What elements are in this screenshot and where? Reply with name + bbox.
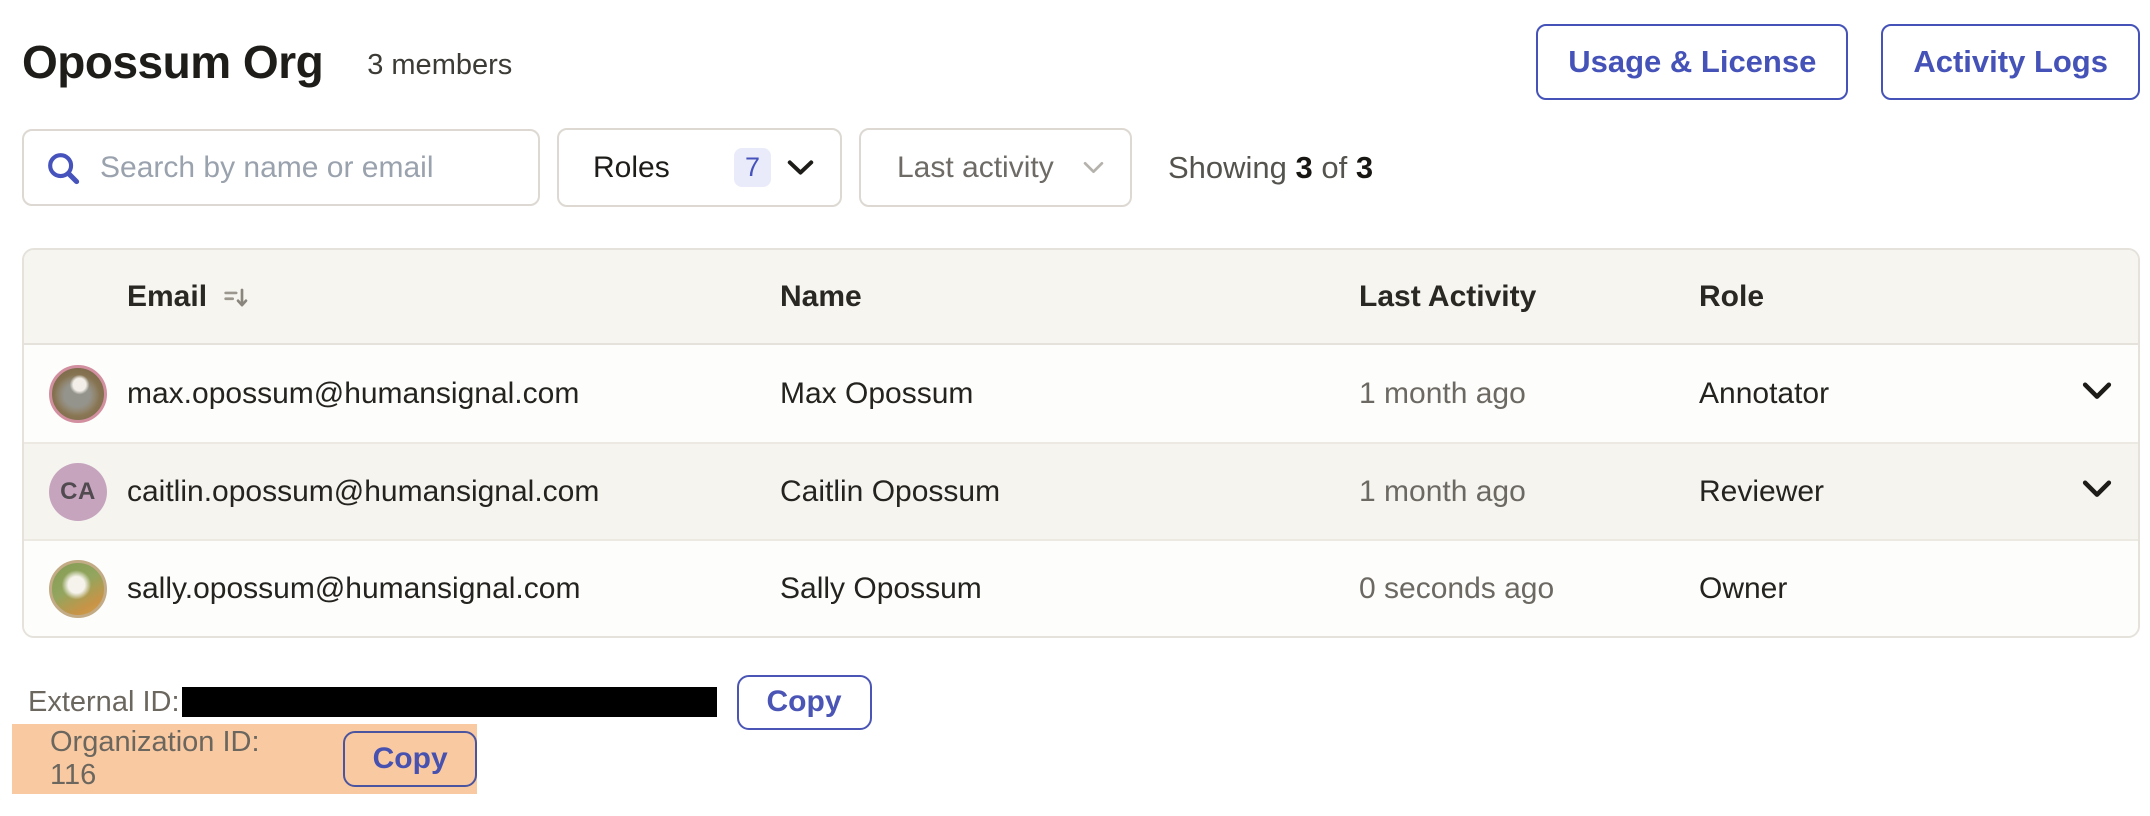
external-id-label: External ID: — [28, 686, 180, 719]
member-email: sally.opossum@humansignal.com — [127, 572, 580, 606]
roles-count-badge: 7 — [734, 148, 771, 187]
table-row-sally[interactable]: sally.opossum@humansignal.com Sally Opos… — [24, 539, 2138, 636]
members-table: Email Name Last Activity Role max.op — [22, 248, 2140, 638]
avatar — [49, 560, 107, 618]
role-menu-toggle[interactable] — [2048, 382, 2138, 405]
member-email: max.opossum@humansignal.com — [127, 377, 579, 411]
table-header-row: Email Name Last Activity Role — [24, 250, 2138, 345]
copy-external-id-button[interactable]: Copy — [737, 675, 872, 730]
organization-page: Opossum Org 3 members Usage & License Ac… — [0, 0, 2150, 816]
column-header-email: Email — [24, 280, 780, 314]
activity-logs-button[interactable]: Activity Logs — [1881, 24, 2140, 100]
member-email: caitlin.opossum@humansignal.com — [127, 475, 599, 509]
role-menu-toggle[interactable] — [2048, 480, 2138, 503]
table-row-caitlin[interactable]: CA caitlin.opossum@humansignal.com Caitl… — [24, 442, 2138, 539]
last-activity-filter-dropdown[interactable]: Last activity — [859, 128, 1132, 207]
table-row-max[interactable]: max.opossum@humansignal.com Max Opossum … — [24, 345, 2138, 442]
member-last-activity: 1 month ago — [1359, 475, 1699, 509]
search-box[interactable] — [22, 129, 540, 206]
member-name: Max Opossum — [780, 377, 1359, 411]
search-input[interactable] — [100, 151, 520, 185]
column-header-last-activity: Last Activity — [1359, 280, 1699, 314]
member-name: Sally Opossum — [780, 572, 1359, 606]
avatar: CA — [49, 463, 107, 521]
chevron-down-icon — [2082, 382, 2112, 405]
page-title: Opossum Org — [22, 35, 323, 89]
search-icon — [44, 149, 82, 187]
chevron-down-icon — [1083, 161, 1104, 174]
chevron-down-icon — [787, 159, 814, 176]
page-header: Opossum Org 3 members Usage & License Ac… — [22, 0, 2140, 100]
chevron-down-icon — [2082, 480, 2112, 503]
avatar — [49, 365, 107, 423]
member-role: Reviewer — [1699, 475, 2048, 509]
members-count: 3 members — [367, 49, 512, 82]
external-id-row: External ID: Copy — [28, 674, 872, 730]
member-last-activity: 1 month ago — [1359, 377, 1699, 411]
showing-prefix: Showing — [1168, 150, 1287, 185]
member-role: Annotator — [1699, 377, 2048, 411]
email-cell: max.opossum@humansignal.com — [24, 365, 780, 423]
member-role: Owner — [1699, 572, 2048, 606]
column-header-role: Role — [1699, 280, 2048, 314]
member-name: Caitlin Opossum — [780, 475, 1359, 509]
organization-id-highlight: Organization ID: 116 Copy — [12, 724, 477, 794]
usage-license-button[interactable]: Usage & License — [1536, 24, 1848, 100]
last-activity-filter-label: Last activity — [897, 151, 1054, 185]
external-id-redacted-value — [182, 687, 717, 717]
email-column-label: Email — [127, 280, 207, 314]
showing-summary: Showing 3 of 3 — [1168, 150, 1373, 186]
copy-organization-id-button[interactable]: Copy — [343, 731, 477, 787]
org-info-footer: External ID: Copy Organization ID: 116 C… — [22, 638, 2140, 813]
member-last-activity: 0 seconds ago — [1359, 572, 1699, 606]
showing-total: 3 — [1356, 150, 1373, 185]
email-cell: sally.opossum@humansignal.com — [24, 560, 780, 618]
column-header-name: Name — [780, 280, 1359, 314]
showing-of: of — [1321, 150, 1347, 185]
sort-descending-icon[interactable] — [221, 283, 249, 311]
showing-count: 3 — [1296, 150, 1313, 185]
roles-filter-label: Roles — [593, 151, 670, 185]
organization-id-label: Organization ID: 116 — [50, 726, 313, 792]
filters-toolbar: Roles 7 Last activity Showing 3 of 3 — [22, 128, 2140, 207]
roles-filter-dropdown[interactable]: Roles 7 — [557, 128, 842, 207]
email-cell: CA caitlin.opossum@humansignal.com — [24, 463, 780, 521]
